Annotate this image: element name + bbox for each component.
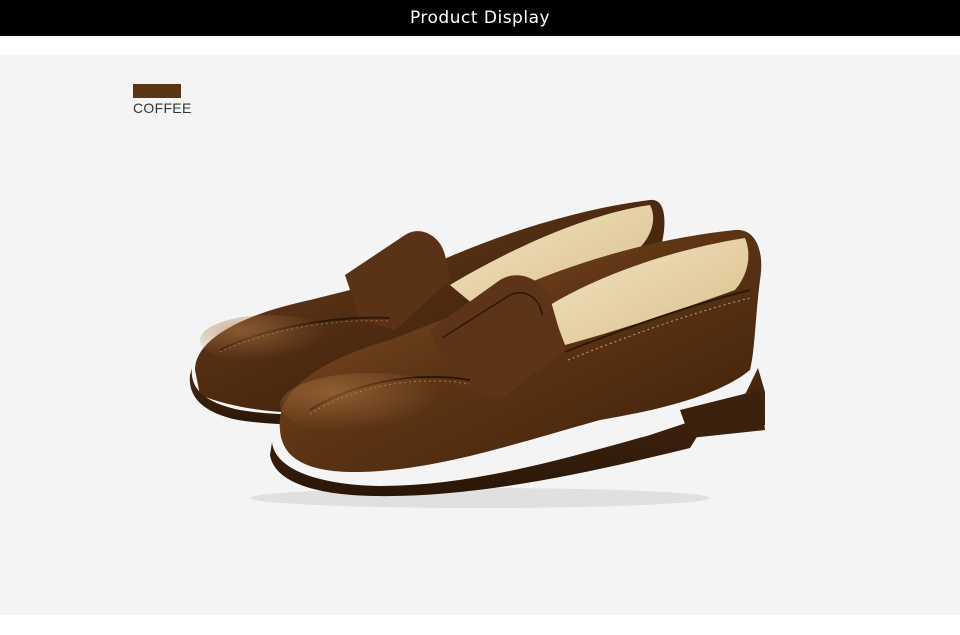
page-title: Product Display [409,8,551,28]
header-bar: Product Display [0,0,960,36]
product-image [189,199,765,508]
color-swatch[interactable] [133,84,181,98]
color-swatch-label: COFFEE [133,100,192,116]
